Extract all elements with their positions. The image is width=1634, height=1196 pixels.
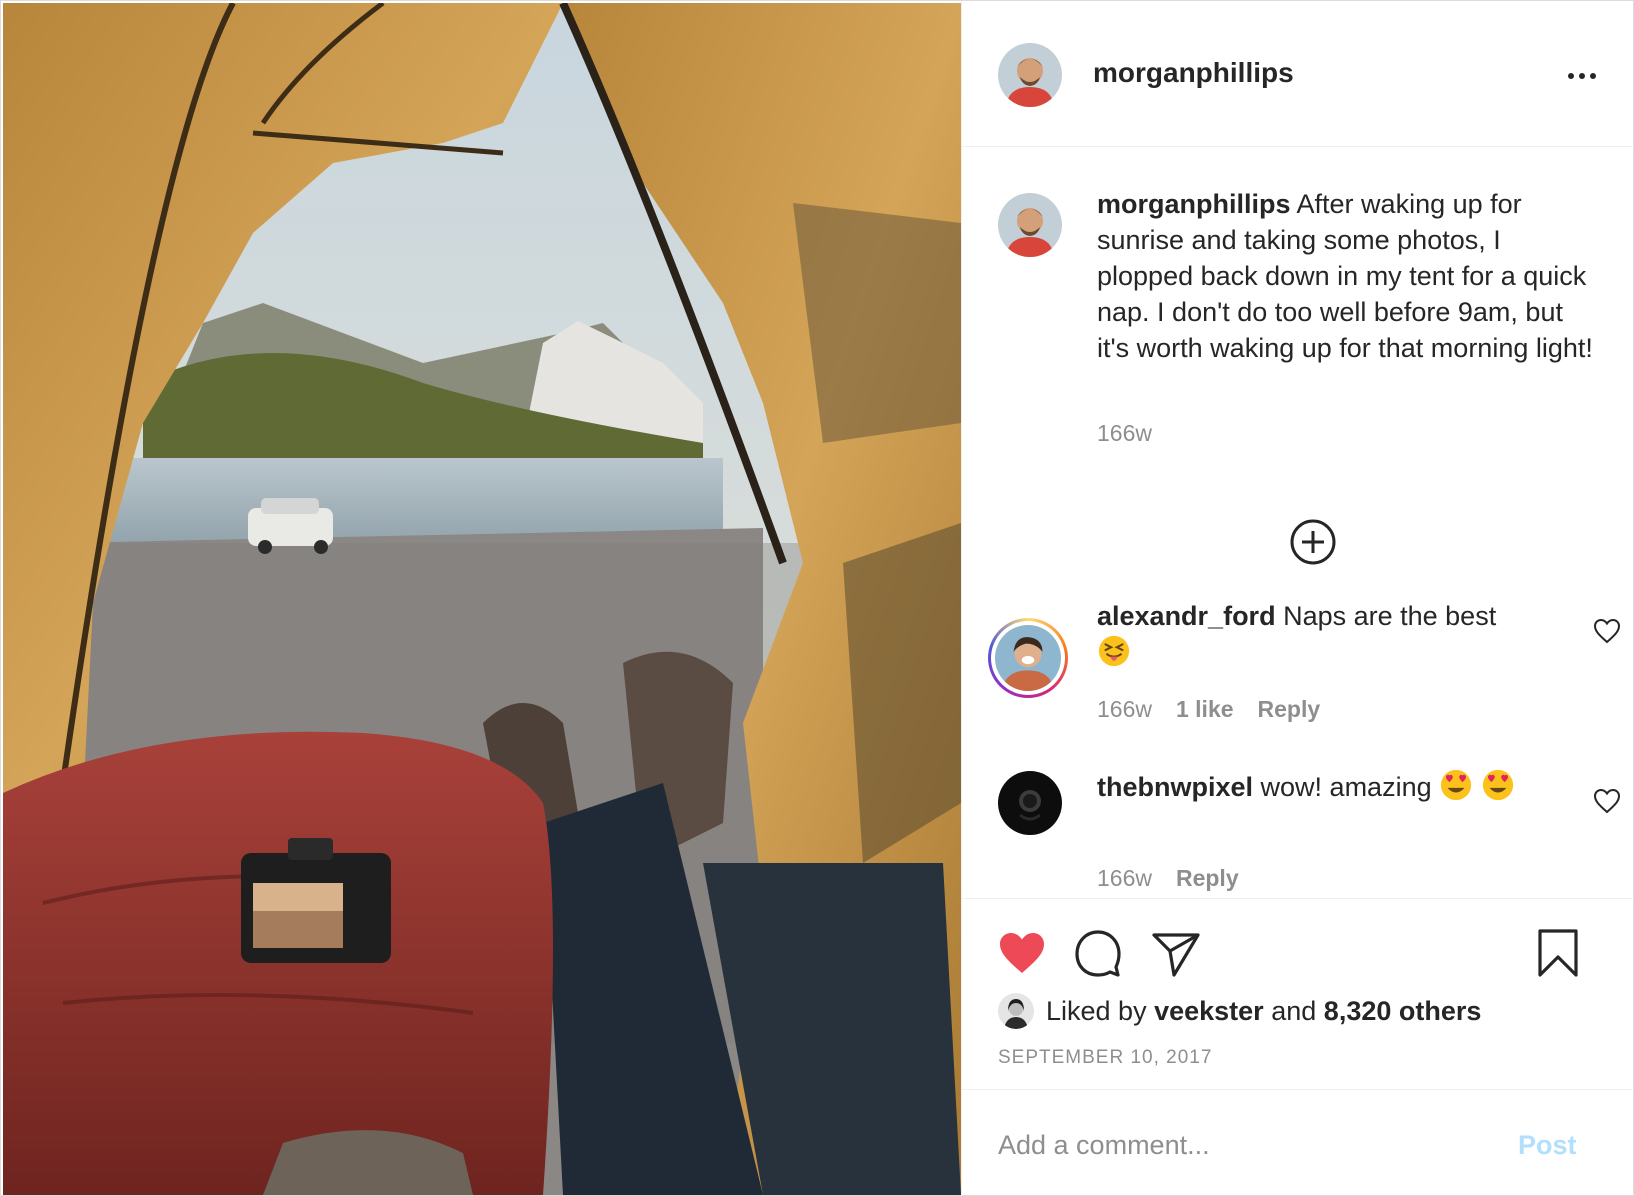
post-photo[interactable] [3, 3, 961, 1195]
dot [1590, 73, 1596, 79]
liked-by-joiner: and [1271, 995, 1317, 1026]
comment-meta: 166w Reply [1097, 865, 1239, 892]
caption-author-avatar-image [998, 193, 1062, 257]
paper-plane-icon[interactable] [1150, 927, 1202, 979]
reply-button[interactable]: Reply [1176, 865, 1239, 892]
heart-eyes-emoji [1441, 769, 1472, 801]
bookmark-icon[interactable] [1532, 927, 1584, 979]
caption-time[interactable]: 166w [1097, 420, 1152, 447]
caption-username[interactable]: morganphillips [1097, 189, 1291, 219]
heart-outline-icon[interactable] [1593, 788, 1621, 814]
story-ring[interactable] [988, 618, 1068, 698]
post-sidebar: morganphillips morganphillips After waki… [961, 1, 1634, 1196]
liked-by-user[interactable]: veekster [1154, 996, 1264, 1027]
dot [1568, 73, 1574, 79]
liker-avatar[interactable] [998, 993, 1034, 1029]
commenter-avatar [995, 625, 1061, 691]
caption-text: morganphillips After waking up for sunri… [1097, 186, 1597, 366]
comment-username[interactable]: thebnwpixel [1097, 772, 1253, 802]
heart-outline-icon[interactable] [1593, 618, 1621, 644]
liked-by: Liked by veekster and 8,320 others [998, 991, 1481, 1031]
heart-filled-icon[interactable] [996, 927, 1048, 979]
author-avatar[interactable] [998, 43, 1062, 107]
liked-by-prefix: Liked by [1046, 995, 1147, 1026]
comment-bubble-icon[interactable] [1072, 927, 1124, 979]
caption-author-avatar[interactable] [998, 193, 1062, 257]
comment-time[interactable]: 166w [1097, 696, 1152, 723]
post-dialog: morganphillips morganphillips After waki… [0, 0, 1634, 1196]
add-comment-bar: Post [962, 1089, 1634, 1196]
commenter-avatar[interactable] [998, 771, 1062, 835]
author-username[interactable]: morganphillips [1093, 57, 1294, 89]
author-avatar-image [998, 43, 1062, 107]
comment-text: alexandr_ford Naps are the best [1097, 598, 1597, 671]
reply-button[interactable]: Reply [1258, 696, 1321, 723]
commenter-avatar-image [995, 625, 1061, 691]
comments-list[interactable]: morganphillips After waking up for sunri… [962, 148, 1634, 898]
post-comment-button[interactable]: Post [1518, 1120, 1577, 1170]
post-actions: Liked by veekster and 8,320 others SEPTE… [962, 898, 1634, 1078]
post-date[interactable]: SEPTEMBER 10, 2017 [998, 1047, 1212, 1069]
comment-body: wow! amazing [1260, 772, 1432, 802]
squinting-face-with-tongue-emoji [1098, 635, 1130, 667]
tent-view-illustration [3, 3, 961, 1195]
commenter-avatar-image [998, 771, 1062, 835]
plus-circle-icon[interactable] [1289, 518, 1337, 566]
comment-time[interactable]: 166w [1097, 865, 1152, 892]
likes-count[interactable]: 8,320 others [1324, 996, 1482, 1027]
liker-avatar-image [998, 993, 1034, 1029]
more-options-icon[interactable] [1562, 61, 1602, 91]
comment-text: thebnwpixel wow! amazing [1097, 768, 1597, 805]
comment-input[interactable] [998, 1120, 1498, 1170]
comment-body: Naps are the best [1283, 601, 1497, 631]
post-header: morganphillips [962, 1, 1634, 147]
comment-username[interactable]: alexandr_ford [1097, 601, 1276, 631]
heart-eyes-emoji [1482, 769, 1513, 801]
comment-likes-link[interactable]: 1 like [1176, 696, 1234, 723]
dot [1579, 73, 1585, 79]
caption-meta: 166w [1097, 420, 1152, 447]
comment-meta: 166w 1 like Reply [1097, 696, 1320, 723]
